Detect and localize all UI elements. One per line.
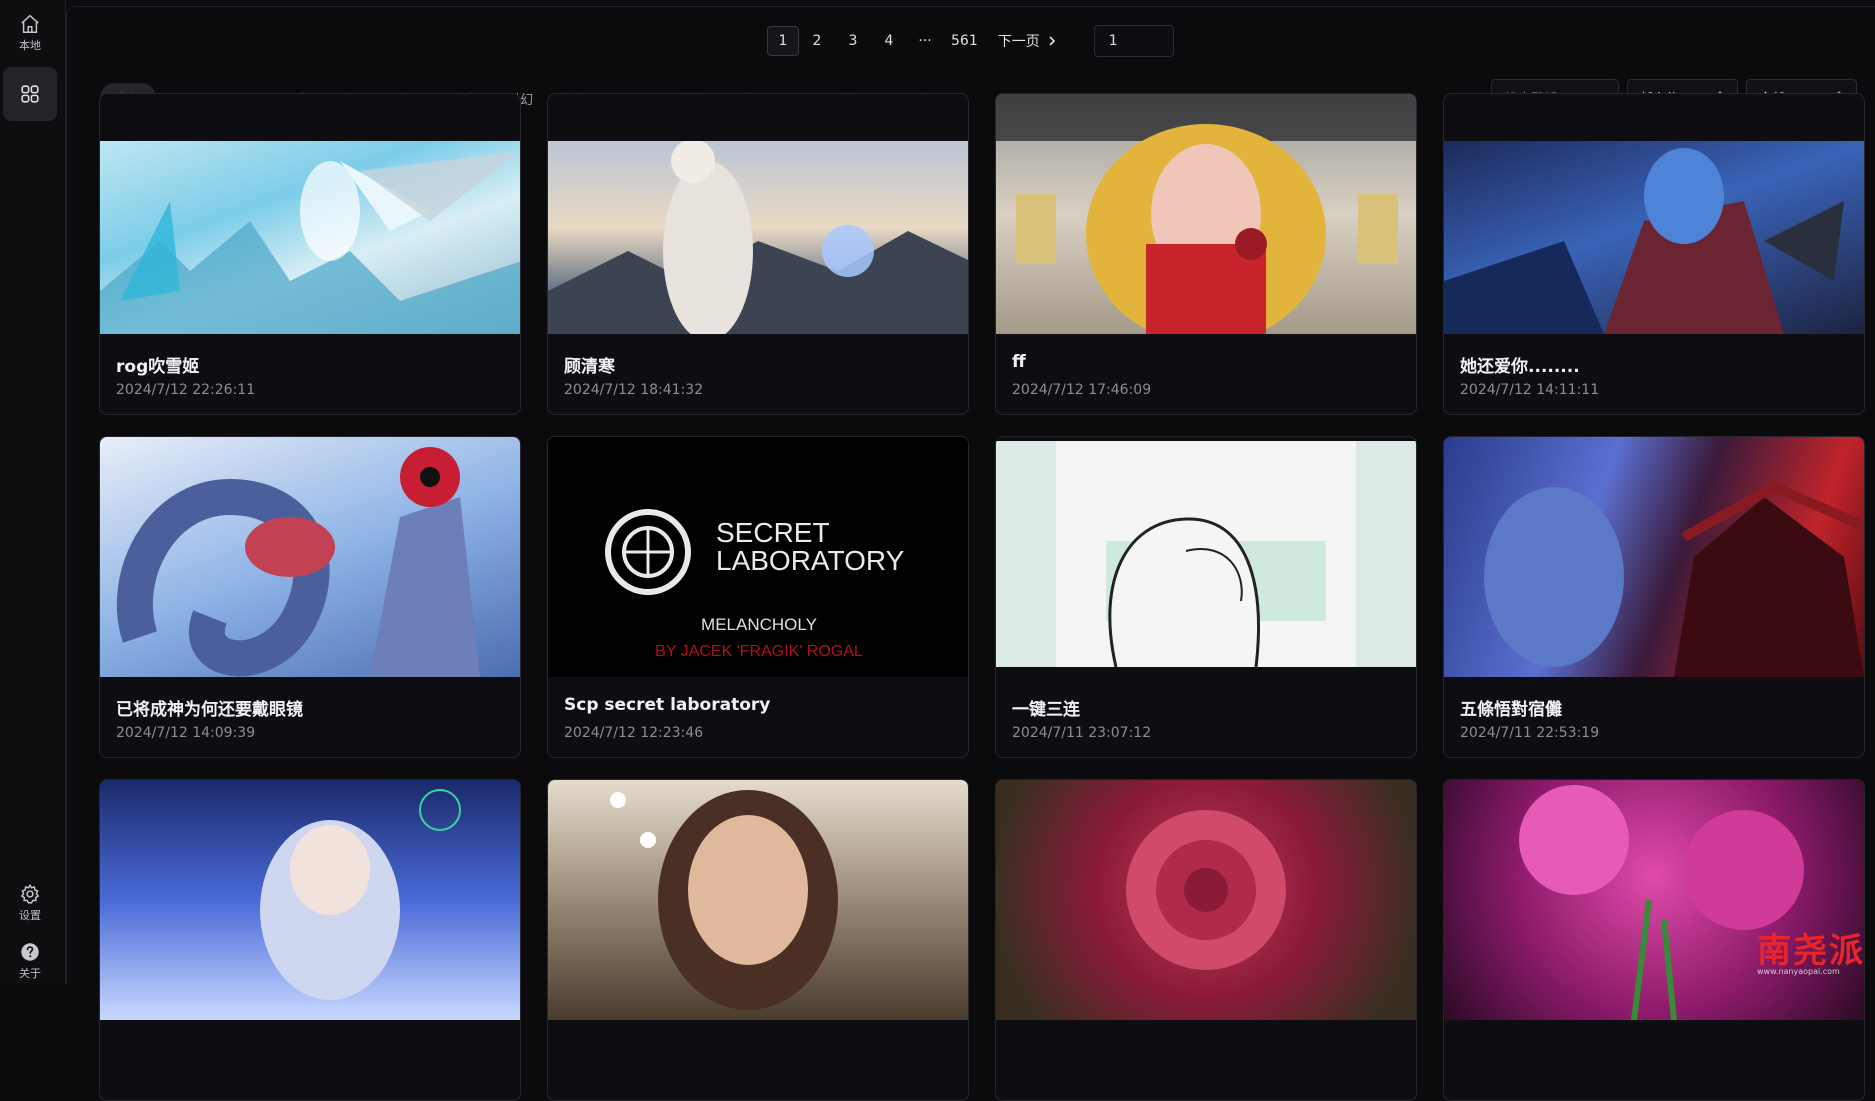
wallpaper-date: 2024/7/11 23:07:12	[1012, 725, 1152, 741]
page-button-last[interactable]: 561	[943, 26, 986, 56]
grid-icon	[21, 85, 39, 103]
watermark-logo: 南尧派 www.nanyaopai.com	[1757, 923, 1865, 976]
wallpaper-title: 一键三连	[1012, 700, 1080, 720]
wallpaper-thumbnail	[996, 780, 1416, 1020]
sidebar-item-label: 设置	[19, 909, 41, 922]
wallpaper-date: 2024/7/12 17:46:09	[1012, 382, 1152, 398]
thumbnail-art	[1056, 441, 1356, 667]
wallpaper-card[interactable]: SECRET LABORATORY MELANCHOLY BY JACEK 'F…	[547, 436, 969, 758]
wallpaper-title: Scp secret laboratory	[564, 695, 771, 715]
wallpaper-thumbnail	[1444, 437, 1864, 677]
wallpaper-title: ff	[1012, 352, 1026, 372]
page-button-2[interactable]: 2	[799, 26, 835, 56]
sidebar-item-local[interactable]: 本地	[3, 6, 57, 60]
wallpaper-card[interactable]: rog吹雪姬 2024/7/12 22:26:11	[99, 93, 521, 415]
wallpaper-card[interactable]	[995, 779, 1417, 1101]
wallpaper-thumbnail	[548, 141, 968, 334]
thumbnail-art	[1484, 481, 1864, 677]
wallpaper-card[interactable]: 一键三连 2024/7/11 23:07:12	[995, 436, 1417, 758]
thumbnail-art	[548, 141, 968, 334]
wallpaper-title: 五條悟對宿儺	[1460, 700, 1562, 720]
thumbnail-art	[1519, 785, 1804, 1020]
page-button-3[interactable]: 3	[835, 26, 871, 56]
thumbnail-text: LABORATORY	[716, 545, 905, 576]
wallpaper-thumbnail	[1444, 780, 1864, 1020]
sidebar: 本地 设置 关于	[0, 0, 66, 984]
wallpaper-card[interactable]	[99, 779, 521, 1101]
pagination: 1 2 3 4 ··· 561 下一页 1	[767, 25, 1174, 57]
help-icon	[21, 943, 39, 961]
wallpaper-card[interactable]: ff 2024/7/12 17:46:09	[995, 93, 1417, 415]
page-jump-input[interactable]: 1	[1093, 25, 1174, 57]
home-icon	[21, 14, 39, 33]
wallpaper-date: 2024/7/12 14:11:11	[1460, 382, 1600, 398]
wallpaper-thumbnail	[1444, 141, 1864, 334]
thumbnail-text: MELANCHOLY	[701, 615, 817, 634]
sidebar-item-gallery[interactable]	[3, 67, 57, 121]
thumbnail-text: SECRET	[716, 517, 830, 548]
wallpaper-date: 2024/7/12 18:41:32	[564, 382, 704, 398]
next-page-button[interactable]: 下一页	[986, 26, 1070, 56]
sidebar-item-label: 关于	[19, 967, 41, 980]
wallpaper-card[interactable]: 顾清寒 2024/7/12 18:41:32	[547, 93, 969, 415]
watermark-text: 南尧派	[1757, 931, 1865, 971]
next-page-label: 下一页	[997, 34, 1040, 50]
wallpaper-thumbnail	[996, 94, 1416, 334]
thumbnail-art	[1126, 810, 1286, 970]
page-ellipsis-button[interactable]: ···	[907, 26, 943, 56]
wallpaper-date: 2024/7/12 12:23:46	[564, 725, 704, 741]
thumbnail-text: BY JACEK 'FRAGIK' ROGAL	[655, 643, 863, 660]
thumbnail-art	[260, 789, 461, 1000]
wallpaper-title: rog吹雪姬	[116, 357, 200, 377]
wallpaper-card[interactable]	[547, 779, 969, 1101]
thumbnail-art	[996, 94, 1416, 334]
wallpaper-title: 她还爱你........	[1460, 357, 1580, 377]
chevron-right-icon	[1049, 36, 1055, 46]
wallpaper-title: 顾清寒	[564, 357, 615, 377]
wallpaper-thumbnail: SECRET LABORATORY MELANCHOLY BY JACEK 'F…	[548, 437, 968, 677]
thumbnail-art	[100, 151, 520, 334]
wallpaper-thumbnail	[100, 437, 520, 677]
wallpaper-date: 2024/7/12 14:09:39	[116, 725, 256, 741]
sidebar-item-settings[interactable]: 设置	[3, 876, 57, 930]
thumbnail-art	[610, 790, 838, 1010]
thumbnail-art	[116, 447, 480, 677]
page-button-4[interactable]: 4	[871, 26, 907, 56]
thumbnail-art	[1444, 148, 1844, 334]
page-button-1[interactable]: 1	[767, 26, 799, 56]
main-panel: 1 2 3 4 ··· 561 下一页 1 全部 动漫 风景 创意 游戏 真人 …	[66, 6, 1875, 1101]
wallpaper-date: 2024/7/11 22:53:19	[1460, 725, 1600, 741]
wallpaper-date: 2024/7/12 22:26:11	[116, 382, 256, 398]
gear-icon	[20, 883, 40, 904]
wallpaper-thumbnail	[996, 441, 1416, 667]
wallpaper-thumbnail	[100, 780, 520, 1020]
sidebar-item-label: 本地	[19, 39, 41, 52]
sidebar-item-about[interactable]: 关于	[3, 934, 57, 988]
watermark-url: www.nanyaopai.com	[1757, 967, 1840, 976]
wallpaper-thumbnail	[100, 141, 520, 334]
wallpaper-card[interactable]: 她还爱你........ 2024/7/12 14:11:11	[1443, 93, 1865, 415]
wallpaper-title: 已将成神为何还要戴眼镜	[116, 700, 303, 720]
wallpaper-thumbnail	[548, 780, 968, 1020]
wallpaper-card[interactable]: 五條悟對宿儺 2024/7/11 22:53:19	[1443, 436, 1865, 758]
wallpaper-card[interactable]: 已将成神为何还要戴眼镜 2024/7/12 14:09:39	[99, 436, 521, 758]
